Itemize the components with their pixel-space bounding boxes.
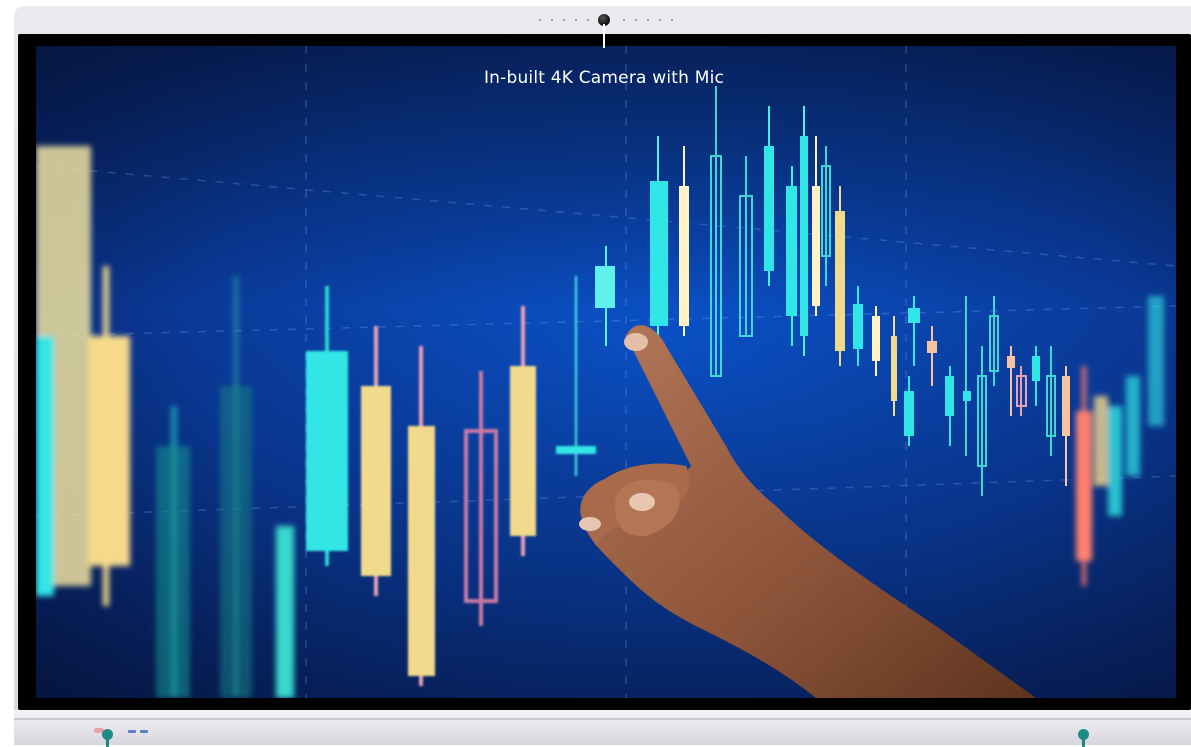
mic-hole bbox=[647, 19, 649, 21]
mic-hole bbox=[551, 19, 553, 21]
indicator-pin-icon bbox=[1078, 729, 1089, 747]
screen-frame bbox=[18, 34, 1191, 710]
usb-port-icon bbox=[128, 730, 136, 733]
callout-line bbox=[603, 24, 605, 48]
bottom-bezel bbox=[14, 710, 1191, 747]
front-ports bbox=[128, 730, 148, 733]
mic-hole bbox=[539, 19, 541, 21]
mic-hole bbox=[587, 19, 589, 21]
usb-port-icon bbox=[140, 730, 148, 733]
camera-callout-label: In-built 4K Camera with Mic bbox=[483, 68, 725, 88]
mic-hole bbox=[575, 19, 577, 21]
mic-hole bbox=[659, 19, 661, 21]
mic-hole bbox=[623, 19, 625, 21]
mic-hole bbox=[671, 19, 673, 21]
interactive-display: In-built 4K Camera with Mic bbox=[14, 6, 1191, 747]
mic-hole bbox=[563, 19, 565, 21]
indicator-pin-icon bbox=[102, 729, 113, 747]
mic-hole bbox=[635, 19, 637, 21]
bezel-divider bbox=[14, 718, 1191, 720]
candlestick-screen-image bbox=[36, 46, 1176, 698]
